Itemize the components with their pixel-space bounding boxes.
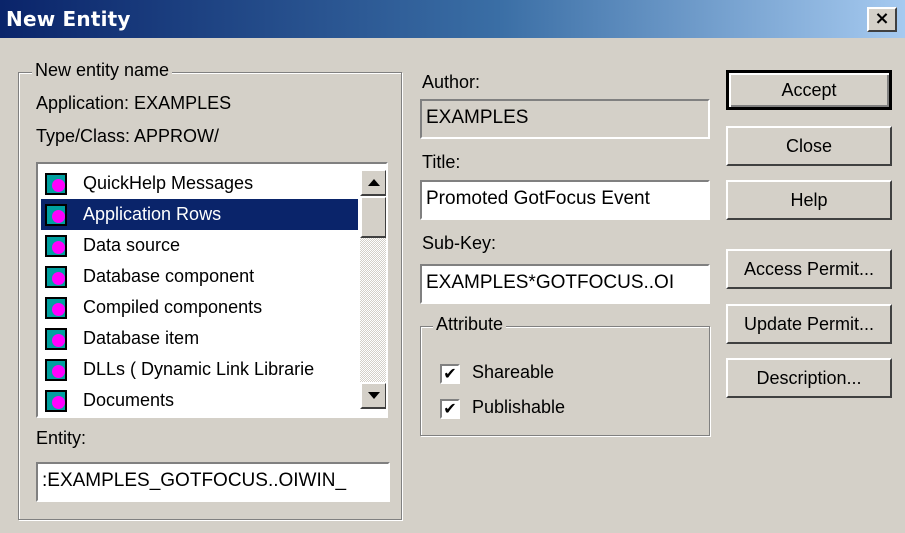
subkey-label: Sub-Key: [422, 233, 497, 253]
list-item-label: Application Rows [83, 204, 222, 224]
scroll-thumb[interactable] [360, 196, 386, 238]
list-item-label: Documents [83, 390, 175, 410]
list-item[interactable]: Database item [41, 323, 358, 354]
author-label: Author: [422, 72, 481, 92]
new-entity-name-legend: New entity name [32, 60, 173, 81]
access-permit-button[interactable]: Access Permit... [726, 249, 892, 289]
entity-type-icon [45, 266, 67, 288]
entity-type-icon [45, 390, 67, 412]
list-item-label: Data source [83, 235, 181, 255]
update-permit-button[interactable]: Update Permit... [726, 304, 892, 344]
scroll-up-button[interactable] [360, 169, 386, 196]
window-title: New Entity [6, 7, 131, 31]
title-label: Title: [422, 152, 461, 172]
attribute-legend: Attribute [433, 314, 507, 335]
attribute-group [420, 326, 710, 436]
description-button[interactable]: Description... [726, 358, 892, 398]
subkey-input[interactable]: EXAMPLES*GOTFOCUS..OI [420, 264, 710, 304]
publishable-label[interactable]: Publishable [472, 397, 565, 418]
entity-type-icon [45, 204, 67, 226]
application-label: Application: EXAMPLES [36, 93, 232, 113]
entity-type-icon [45, 297, 67, 319]
list-item[interactable]: Application Rows [41, 199, 358, 230]
title-bar: New Entity × [0, 0, 905, 38]
list-item[interactable]: Database component [41, 261, 358, 292]
shareable-checkbox[interactable]: ✔ [440, 364, 460, 384]
close-window-button[interactable]: × [867, 7, 897, 32]
list-item-label: Database component [83, 266, 255, 286]
list-item-label: Compiled components [83, 297, 263, 317]
accept-button[interactable]: Accept [726, 70, 892, 110]
arrow-down-icon [368, 392, 380, 399]
list-item[interactable]: DLLs ( Dynamic Link Librarie [41, 354, 358, 385]
scroll-down-button[interactable] [360, 382, 386, 409]
entity-label: Entity: [36, 428, 87, 448]
list-item-label: DLLs ( Dynamic Link Librarie [83, 359, 315, 379]
entity-type-icon [45, 328, 67, 350]
listbox-scrollbar[interactable] [360, 169, 386, 409]
type-class-label: Type/Class: APPROW/ [36, 126, 220, 146]
list-item-label: QuickHelp Messages [83, 173, 254, 193]
entity-type-listbox[interactable]: QuickHelp Messages Application Rows Data s… [36, 162, 388, 418]
list-item[interactable]: Compiled components [41, 292, 358, 323]
author-field: EXAMPLES [420, 99, 710, 139]
list-item-label: Database item [83, 328, 200, 348]
entity-input[interactable]: :EXAMPLES_GOTFOCUS..OIWIN_ [36, 462, 390, 502]
shareable-label[interactable]: Shareable [472, 362, 554, 383]
close-button[interactable]: Close [726, 126, 892, 166]
help-button[interactable]: Help [726, 180, 892, 220]
arrow-up-icon [368, 179, 380, 186]
entity-type-icon [45, 235, 67, 257]
list-item[interactable]: Documents [41, 385, 358, 416]
publishable-checkbox[interactable]: ✔ [440, 399, 460, 419]
title-input[interactable]: Promoted GotFocus Event [420, 180, 710, 220]
entity-type-icon [45, 359, 67, 381]
list-item[interactable]: QuickHelp Messages [41, 168, 358, 199]
entity-type-icon [45, 173, 67, 195]
list-item[interactable]: Data source [41, 230, 358, 261]
